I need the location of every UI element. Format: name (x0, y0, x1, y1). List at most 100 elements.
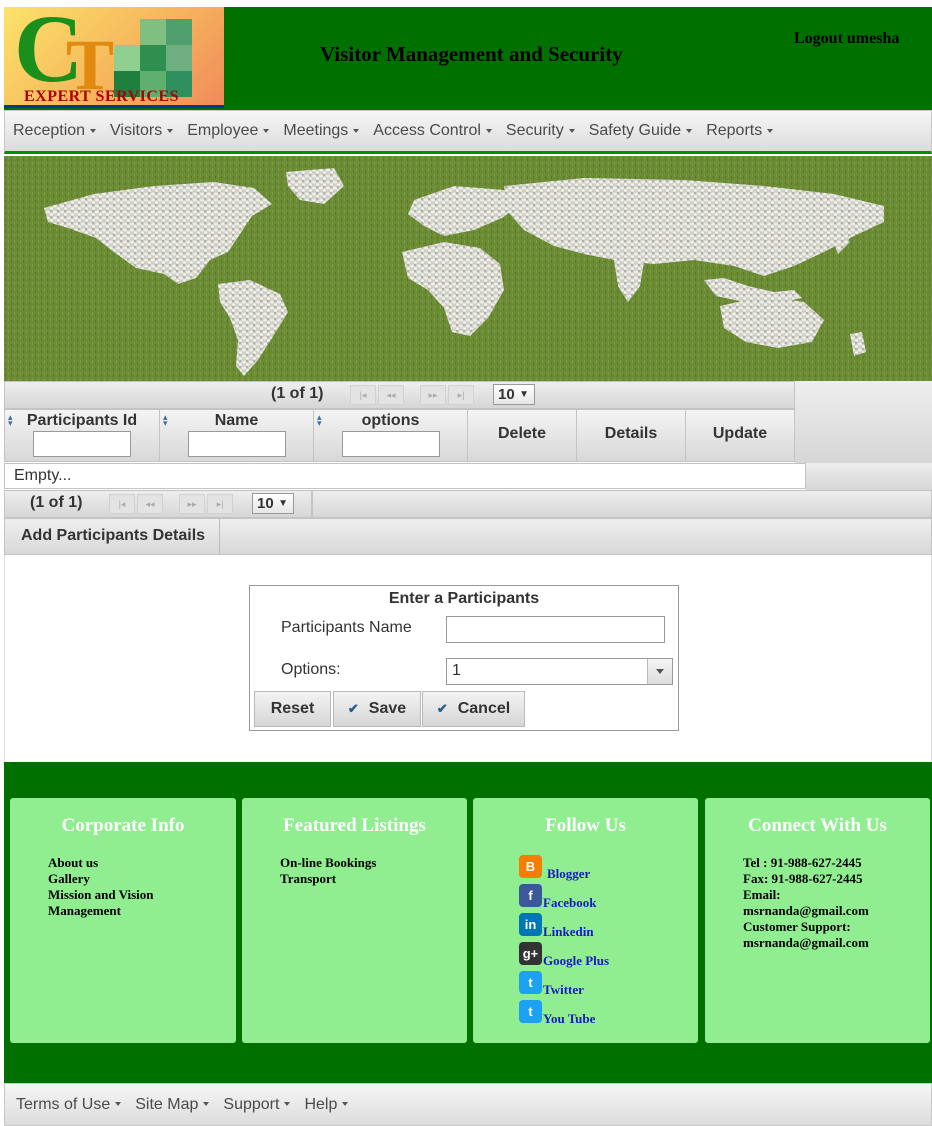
menu-access-control[interactable]: Access Control (373, 122, 492, 140)
email-label: Email: (743, 887, 781, 902)
google-plus-icon[interactable]: g+ (519, 942, 542, 965)
reset-label: Reset (270, 700, 315, 717)
world-map-image (4, 156, 932, 381)
options-label: Options: (281, 661, 341, 678)
save-button[interactable]: ✔ Save (333, 691, 421, 727)
add-participants-button[interactable]: Add Participants Details (5, 519, 220, 555)
selected-option: 1 (452, 662, 461, 679)
cancel-label: Cancel (457, 700, 511, 717)
caret-down-icon (767, 128, 774, 133)
form-title: Enter a Participants (388, 590, 540, 607)
youtube-icon[interactable]: t (519, 1000, 542, 1023)
menu-security[interactable]: Security (506, 122, 575, 140)
menu-help[interactable]: Help (304, 1096, 349, 1114)
email-address: msrnanda@gmail.com (743, 903, 869, 918)
reset-button[interactable]: Reset (254, 691, 331, 727)
main-menu: Reception Visitors Employee Meetings Acc… (4, 110, 932, 154)
facebook-icon[interactable]: f (519, 884, 542, 907)
participants-name-label: Participants Name (281, 619, 412, 636)
caret-down-icon (342, 1102, 349, 1107)
company-logo: C T EXPERT SERVICES (4, 7, 224, 108)
column-options[interactable]: ▴ ▾ options (314, 410, 468, 461)
facebook-label[interactable]: Facebook (543, 895, 596, 911)
follow-us-title: Follow Us (545, 815, 626, 836)
column-label: options (361, 412, 420, 429)
blogger-icon[interactable]: B (519, 855, 542, 878)
caret-down-icon (284, 1102, 291, 1107)
rows-per-page-select[interactable]: 10 ▼ (252, 493, 294, 514)
caret-down-icon (353, 128, 360, 133)
last-page-icon[interactable]: ▸| (448, 385, 474, 405)
participants-name-input[interactable] (446, 616, 665, 643)
connect-with-us-title: Connect With Us (748, 815, 887, 836)
empty-message: Empty... (4, 463, 806, 489)
first-page-icon[interactable]: |◂ (350, 385, 376, 405)
menu-terms-of-use[interactable]: Terms of Use (16, 1096, 122, 1114)
caret-down-icon (263, 128, 270, 133)
last-page-icon[interactable]: ▸| (207, 494, 233, 514)
next-page-icon[interactable]: ▸▸ (179, 494, 205, 514)
twitter-label[interactable]: Twitter (543, 982, 584, 998)
menu-support[interactable]: Support (223, 1096, 291, 1114)
transport-link[interactable]: Transport (280, 871, 376, 887)
column-delete: Delete (468, 410, 577, 461)
first-page-icon[interactable]: |◂ (109, 494, 135, 514)
column-participants-id[interactable]: ▴ ▾ Participants Id (5, 410, 160, 461)
linkedin-icon[interactable]: in (519, 913, 542, 936)
telephone-text: Tel : 91-988-627-2445 (743, 855, 862, 870)
gallery-link[interactable]: Gallery (48, 871, 154, 887)
participants-id-filter[interactable] (33, 431, 131, 457)
support-email-address: msrnanda@gmail.com (743, 935, 869, 950)
menu-meetings[interactable]: Meetings (283, 122, 360, 140)
online-bookings-link[interactable]: On-line Bookings (280, 855, 376, 871)
dropdown-arrow-icon[interactable] (647, 659, 672, 684)
add-participants-bar: Add Participants Details (4, 518, 932, 555)
caret-down-icon (568, 128, 575, 133)
rows-per-page-select[interactable]: 10 ▼ (493, 384, 535, 405)
menu-reception[interactable]: Reception (13, 122, 97, 140)
save-label: Save (368, 700, 407, 717)
page-report: (1 of 1) (30, 494, 83, 511)
options-filter[interactable] (342, 431, 440, 457)
connect-with-us-card: Connect With Us Tel : 91-988-627-2445 Fa… (705, 798, 930, 1043)
column-label: Update (712, 425, 768, 442)
menu-employee[interactable]: Employee (187, 122, 270, 140)
table-header: ▴ ▾ Participants Id ▴ ▾ Name ▴ ▾ options De… (4, 409, 795, 462)
menu-safety-guide[interactable]: Safety Guide (589, 122, 693, 140)
caret-down-icon (90, 128, 97, 133)
menu-reports[interactable]: Reports (706, 122, 774, 140)
menu-visitors[interactable]: Visitors (110, 122, 174, 140)
about-us-link[interactable]: About us (48, 855, 154, 871)
header: C T EXPERT SERVICES Visitor Management a… (4, 7, 932, 110)
youtube-label[interactable]: You Tube (543, 1011, 595, 1027)
bottom-menu: Terms of Use Site Map Support Help (4, 1083, 932, 1126)
world-map-banner (4, 156, 932, 381)
caret-down-icon (485, 128, 492, 133)
cancel-button[interactable]: ✔ Cancel (422, 691, 525, 727)
next-page-icon[interactable]: ▸▸ (420, 385, 446, 405)
caret-down-icon (686, 128, 693, 133)
follow-us-card: Follow Us B Blogger f Facebook in Linked… (473, 798, 698, 1043)
google-plus-label[interactable]: Google Plus (543, 953, 609, 969)
top-paginator: (1 of 1) |◂ ◂◂ ▸▸ ▸| 10 ▼ (4, 381, 795, 409)
blogger-label[interactable]: Blogger (547, 866, 590, 882)
caret-down-icon (167, 128, 174, 133)
mission-vision-link[interactable]: Mission and Vision (48, 887, 154, 903)
menu-site-map[interactable]: Site Map (135, 1096, 210, 1114)
column-name[interactable]: ▴ ▾ Name (160, 410, 314, 461)
name-filter[interactable] (188, 431, 286, 457)
options-select[interactable]: 1 (446, 658, 673, 685)
logout-link[interactable]: Logout umesha (794, 30, 899, 48)
customer-support-label: Customer Support: (743, 919, 851, 934)
twitter-icon[interactable]: t (519, 971, 542, 994)
management-link[interactable]: Management (48, 903, 154, 919)
prev-page-icon[interactable]: ◂◂ (378, 385, 404, 405)
column-label: Participants Id (26, 412, 138, 429)
participant-form: Enter a Participants Participants Name O… (249, 585, 679, 731)
prev-page-icon[interactable]: ◂◂ (137, 494, 163, 514)
footer: Corporate Info About us Gallery Mission … (4, 762, 932, 1083)
logo-text: EXPERT SERVICES (24, 88, 180, 105)
column-details: Details (577, 410, 686, 461)
caret-down-icon (115, 1102, 122, 1107)
linkedin-label[interactable]: Linkedin (543, 924, 594, 940)
